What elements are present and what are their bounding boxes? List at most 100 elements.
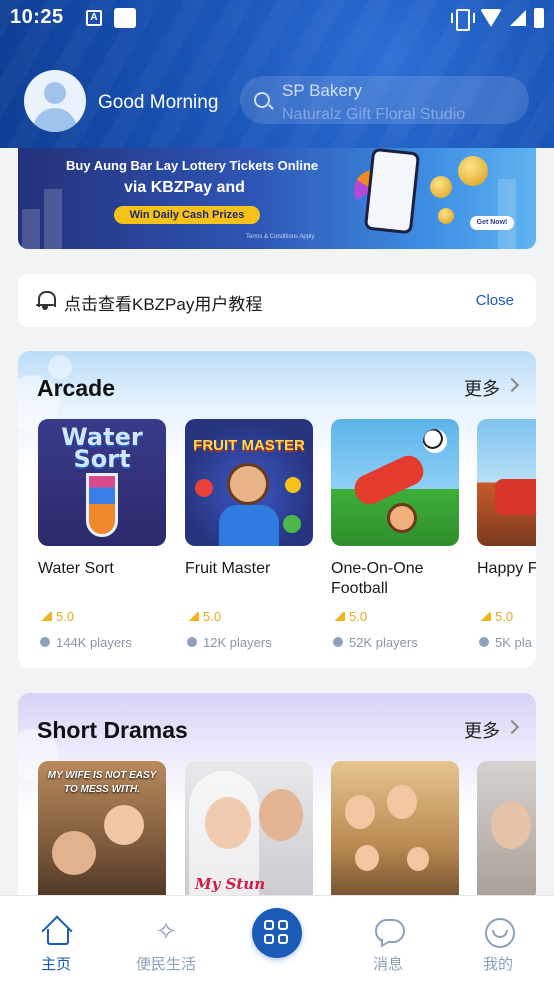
phone-illustration [363,148,421,235]
grid-apps-icon [278,920,288,930]
game-name-line: Football [331,580,388,597]
nav-label: 便民生活 [135,956,196,973]
game-players: 5K pla [477,635,532,650]
header: 10:25 A Good Morning SP Bakery Naturalz … [0,0,554,148]
avatar-head [44,82,66,104]
nav-messages[interactable]: 消息 [348,896,428,984]
grid-apps-icon [264,934,274,944]
clock: 10:25 [10,6,64,28]
bell-clapper [42,306,48,310]
character-body [219,505,279,546]
vibrate-icon [450,8,475,31]
players-count: 12K players [203,635,272,650]
vehicle-icon [495,479,536,515]
bottom-navigation: 主页 ✧ 便民生活 消息 我的 [0,895,554,984]
avatar-body [33,108,77,132]
game-name: Water Sort [38,560,114,577]
game-thumbnail[interactable]: FRUIT MASTER [185,419,313,546]
rating-bars-icon [40,612,52,621]
search-suggestion: SP Bakery [282,81,363,100]
game-players: 12K players [185,635,272,650]
game-name-line: One-On-One [331,560,424,577]
drama-poster[interactable]: My Stun [185,761,313,903]
nav-label: 我的 [482,956,513,973]
more-link[interactable]: 更多 [464,375,500,401]
status-bar: 10:25 A [10,6,544,32]
game-card-water-sort[interactable]: Water Sort Water Sort 5.0 144K players [38,419,166,650]
game-players: 144K players [38,635,132,650]
drama-poster[interactable] [477,761,536,903]
promo-banner[interactable]: Buy Aung Bar Lay Lottery Tickets Online … [18,148,536,249]
nav-label: 消息 [372,956,403,973]
cast-face [387,785,417,819]
nav-label: 主页 [40,956,71,973]
players-count: 144K players [56,635,132,650]
game-rating: 5.0 [38,609,74,624]
more-link[interactable]: 更多 [464,717,500,743]
poster-title-line: MY WIFE IS NOT EASY [47,770,157,781]
game-thumbnail[interactable]: Water Sort [38,419,166,546]
cast-face [491,801,531,849]
poster-title: MY WIFE IS NOT EASY TO MESS WITH. [42,769,162,797]
nav-services[interactable]: ✧ 便民生活 [126,896,206,984]
game-card-fruit-master[interactable]: FRUIT MASTER Fruit Master 5.0 12K player… [185,419,313,650]
smiley-face-icon [485,918,515,948]
close-button[interactable]: Close [476,292,514,309]
rating-bars-icon [333,612,345,621]
game-name: Happy F [477,560,536,577]
game-players: 52K players [331,635,418,650]
thumbnail-title: Sort [73,445,131,473]
actor-face [52,831,96,875]
fruit-icon [195,479,213,497]
search-icon [254,92,270,108]
game-card-football[interactable]: One-On-One Football 5.0 52K players [331,419,459,650]
nav-profile[interactable]: 我的 [458,896,538,984]
app-notification-icon: A [86,10,102,26]
notice-text[interactable]: 点击查看KBZPay用户教程 [64,290,262,315]
soccer-ball-icon [423,429,447,453]
tutorial-notice[interactable]: 点击查看KBZPay用户教程 Close [18,274,536,327]
rating-value: 5.0 [495,609,514,624]
greeting-text: Good Morning [98,92,219,113]
poster-title-line: TO MESS WITH. [64,784,140,795]
actress-face [205,797,251,849]
coin-icon [430,176,452,198]
players-icon [333,637,343,647]
drama-poster[interactable] [331,761,459,903]
game-name: One-On-One Football [331,559,471,599]
avatar[interactable] [24,70,86,132]
actress-face [104,805,144,845]
game-thumbnail[interactable] [331,419,459,546]
home-icon [43,918,69,945]
drama-poster[interactable]: MY WIFE IS NOT EASY TO MESS WITH. [38,761,166,903]
section-title: Short Dramas [37,717,188,743]
search-bar[interactable]: SP Bakery Naturalz Gift Floral Studio [240,76,529,124]
game-thumbnail[interactable] [477,419,536,546]
test-tube-icon [86,473,118,537]
player-head [387,503,417,533]
rating-value: 5.0 [203,609,222,624]
get-now-button[interactable]: Get Now! [470,216,514,230]
cast-face [345,795,375,829]
players-icon [187,637,197,647]
wifi-icon [480,9,502,27]
players-count: 5K pla [495,635,532,650]
thumbnail-title: FRUIT MASTER [193,437,305,454]
game-name: Fruit Master [185,560,271,577]
notification-square-icon [114,8,136,28]
players-count: 52K players [349,635,418,650]
short-dramas-section: Short Dramas 更多 MY WIFE IS NOT EASY TO ME… [18,693,536,903]
arcade-section: Arcade 更多 Water Sort Water Sort 5.0 144K… [18,351,536,668]
fruit-icon [285,477,301,493]
banner-headline: Buy Aung Bar Lay Lottery Tickets Online [66,158,319,173]
banner-terms: Terms & Conditions Apply [246,234,315,240]
nav-home[interactable]: 主页 [16,896,96,984]
game-card-happy[interactable]: Happy F 5.0 5K pla [477,419,536,650]
rating-value: 5.0 [56,609,75,624]
game-rating: 5.0 [185,609,221,624]
apps-grid-button[interactable] [252,908,302,958]
actor-face [259,789,303,841]
game-rating: 5.0 [477,609,513,624]
cast-face [407,847,429,871]
coin-icon [438,208,454,224]
